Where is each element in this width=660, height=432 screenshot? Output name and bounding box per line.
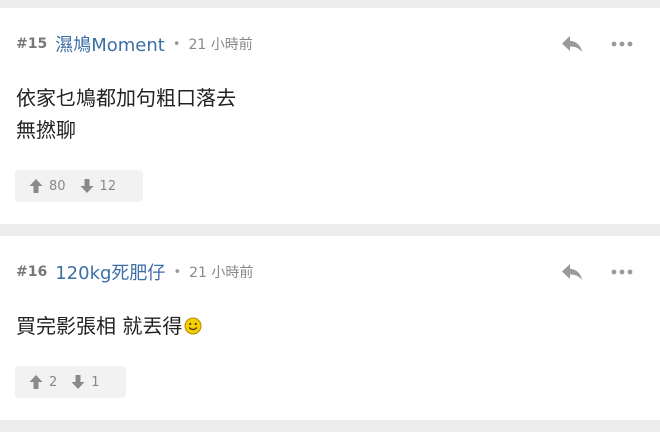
post-number: #15 <box>16 36 48 52</box>
post-body-line: 依家乜鳩都加句粗口落去 <box>16 86 236 110</box>
upvote-icon <box>29 178 43 194</box>
vote-box: 2 1 <box>15 366 126 398</box>
downvote-icon <box>71 374 85 390</box>
post-body-line: 無撚聊 <box>16 118 76 142</box>
post-card: #15 濕鳩Moment • 21 小時前 依家乜鳩都加句粗口落去 無撚聊 80 <box>0 8 660 224</box>
post-header: #16 120kg死肥仔 • 21 小時前 <box>16 260 253 284</box>
post-timestamp: 21 小時前 <box>189 265 254 281</box>
post-number: #16 <box>16 264 48 280</box>
post-header: #15 濕鳩Moment • 21 小時前 <box>16 32 253 56</box>
reply-icon[interactable] <box>560 262 584 282</box>
vote-box: 80 12 <box>15 170 143 202</box>
more-options-icon[interactable] <box>608 34 636 54</box>
upvote-count: 2 <box>49 374 58 390</box>
post-body-line-with-emoji: 買完影張相 就丟得 <box>16 310 202 342</box>
post-body: 依家乜鳩都加句粗口落去 無撚聊 <box>16 82 236 146</box>
post-body-line: 買完影張相 就丟得 <box>16 314 183 338</box>
upvote-count: 80 <box>49 178 66 194</box>
post-card: #16 120kg死肥仔 • 21 小時前 買完影張相 就丟得 2 1 <box>0 236 660 420</box>
downvote-button[interactable]: 12 <box>80 178 117 194</box>
post-timestamp: 21 小時前 <box>188 37 253 53</box>
upvote-button[interactable]: 2 <box>29 374 57 390</box>
downvote-count: 12 <box>99 178 117 194</box>
upvote-icon <box>29 374 43 390</box>
post-body: 買完影張相 就丟得 <box>16 310 202 342</box>
reply-icon[interactable] <box>560 34 584 54</box>
downvote-button[interactable]: 1 <box>71 374 100 390</box>
downvote-icon <box>80 178 94 194</box>
post-username[interactable]: 120kg死肥仔 <box>55 259 165 285</box>
meta-separator: • <box>172 36 181 52</box>
more-options-icon[interactable] <box>608 262 636 282</box>
smiley-face-icon <box>184 312 202 335</box>
upvote-button[interactable]: 80 <box>29 178 66 194</box>
post-username[interactable]: 濕鳩Moment <box>55 31 165 57</box>
downvote-count: 1 <box>91 374 100 390</box>
meta-separator: • <box>173 264 182 280</box>
